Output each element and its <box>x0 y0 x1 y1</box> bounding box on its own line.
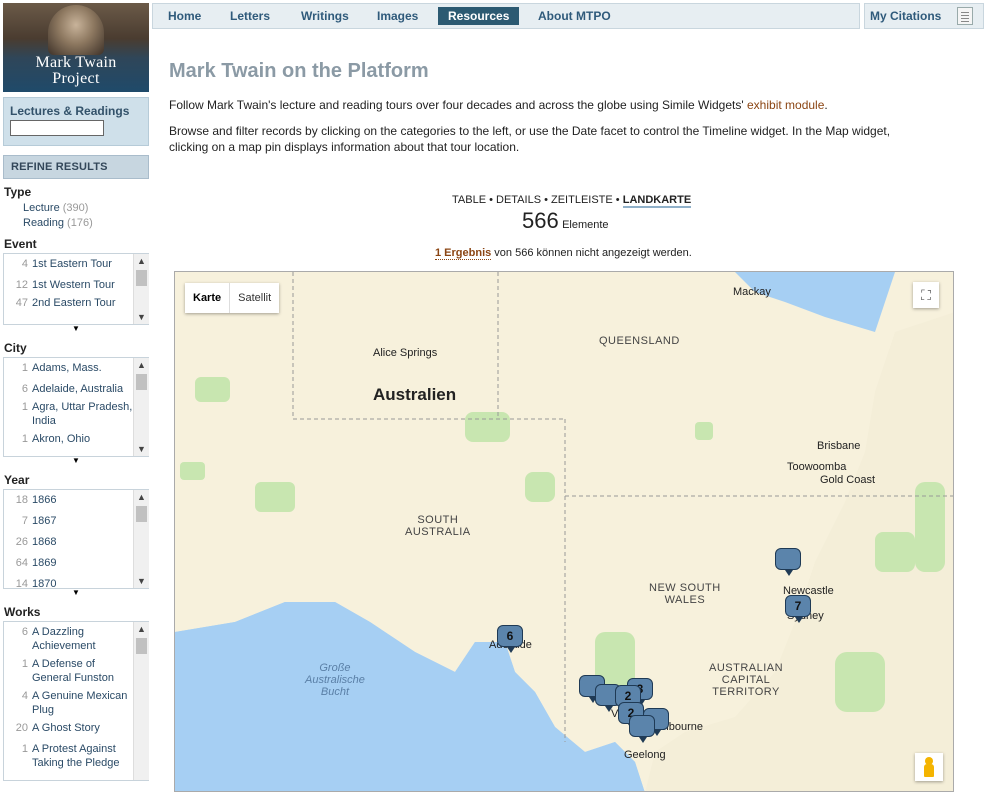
list-item[interactable]: 47 2nd Eastern Tour <box>4 296 149 310</box>
list-item[interactable]: 1 Akron, Ohio <box>4 432 149 446</box>
facet-year-title: Year <box>4 473 30 487</box>
nav-images[interactable]: Images <box>367 7 428 25</box>
scrollbar[interactable]: ▲ ▼ <box>133 358 149 456</box>
nav-home[interactable]: Home <box>158 7 211 25</box>
facet-event-title: Event <box>4 237 37 251</box>
facet-works-list[interactable]: 6A Dazzling Achievement 1A Defense of Ge… <box>3 621 149 781</box>
facet-type-reading[interactable]: Reading (176) <box>3 216 149 231</box>
sidebar: Mark Twain Project Lectures & Readings R… <box>3 3 149 792</box>
page-title: Mark Twain on the Platform <box>169 60 429 82</box>
list-item[interactable]: 14 1870 <box>4 577 149 588</box>
nav-letters[interactable]: Letters <box>220 7 280 25</box>
label-act: AUSTRALIAN CAPITAL TERRITORY <box>709 662 784 698</box>
nav-writings[interactable]: Writings <box>291 7 359 25</box>
map-widget[interactable]: QUEENSLAND SOUTH AUSTRALIA NEW SOUTH WALES… <box>174 271 954 792</box>
scroll-down-icon[interactable]: ▼ <box>134 574 149 588</box>
list-item[interactable]: 6A Dazzling Achievement <box>4 625 149 653</box>
map-type-satellit[interactable]: Satellit <box>230 283 279 313</box>
lectures-readings-box: Lectures & Readings <box>3 97 149 146</box>
map-type-control: Karte Satellit <box>185 283 280 313</box>
scrollbar[interactable]: ▲ <box>133 622 149 780</box>
list-item[interactable]: 18 1866 <box>4 493 149 507</box>
list-item[interactable]: 12 1st Western Tour <box>4 278 149 292</box>
scroll-down-icon[interactable]: ▼ <box>134 442 149 456</box>
intro-paragraph: Follow Mark Twain's lecture and reading … <box>169 98 828 112</box>
exhibit-module-link[interactable]: exhibit module <box>747 98 824 112</box>
map-canvas <box>175 272 953 791</box>
scroll-up-icon[interactable]: ▲ <box>134 358 149 372</box>
facet-type-lecture[interactable]: Lecture (390) <box>3 201 149 216</box>
view-table[interactable]: TABLE <box>452 194 486 206</box>
resize-grip-icon[interactable]: ▼ <box>3 457 149 467</box>
label-south-australia: SOUTH AUSTRALIA <box>405 514 471 538</box>
facet-event-list[interactable]: 4 1st Eastern Tour 12 1st Western Tour 47 2… <box>3 253 149 325</box>
map-pin-sydney[interactable]: 7 <box>785 595 811 623</box>
label-country: Australien <box>373 385 457 404</box>
city-brisbane: Brisbane <box>817 440 861 452</box>
twain-portrait <box>48 5 104 55</box>
city-toowoomba: Toowoomba <box>787 461 847 473</box>
scrollbar[interactable]: ▲ ▼ <box>133 490 149 588</box>
scroll-down-icon[interactable]: ▼ <box>134 310 149 324</box>
view-timeline[interactable]: ZEITLEISTE <box>551 194 613 206</box>
my-citations[interactable]: My Citations <box>864 3 984 29</box>
nav-about[interactable]: About MTPO <box>528 7 621 25</box>
list-item[interactable]: 20 A Ghost Story <box>4 721 149 735</box>
citations-document-icon[interactable] <box>957 7 973 25</box>
list-item[interactable]: 1A Defense of General Funston <box>4 657 149 685</box>
unmapped-result-link[interactable]: 1 Ergebnis <box>435 247 492 260</box>
resize-grip-icon[interactable]: ▼ <box>3 325 149 335</box>
refine-results-header: REFINE RESULTS <box>3 155 149 179</box>
nav-resources[interactable]: Resources <box>438 7 520 25</box>
view-map[interactable]: LANDKARTE <box>622 194 692 208</box>
facet-year-list[interactable]: 18 1866 7 1867 26 1868 64 1869 14 1870 ▲ ▼ <box>3 489 149 589</box>
main-content: Mark Twain on the Platform Follow Mark T… <box>169 60 959 155</box>
facet-works-title: Works <box>4 605 41 619</box>
list-item[interactable]: 1 Agra, Uttar Pradesh, India <box>4 400 149 428</box>
city-mackay: Mackay <box>733 286 771 298</box>
list-item[interactable]: 7 1867 <box>4 514 149 528</box>
label-bight: Große Australische Bucht <box>305 662 365 698</box>
my-citations-label[interactable]: My Citations <box>870 9 941 23</box>
list-item[interactable]: 4 1st Eastern Tour <box>4 257 149 271</box>
logo-title: Mark Twain Project <box>35 54 117 87</box>
label-queensland: QUEENSLAND <box>599 335 680 347</box>
map-pin-adelaide[interactable]: 6 <box>497 625 523 653</box>
scroll-up-icon[interactable]: ▲ <box>134 622 149 636</box>
scroll-up-icon[interactable]: ▲ <box>134 254 149 268</box>
lectures-readings-label: Lectures & Readings <box>10 104 130 118</box>
scrollbar[interactable]: ▲ ▼ <box>133 254 149 324</box>
instructions-paragraph: Browse and filter records by clicking on… <box>169 124 891 154</box>
scroll-up-icon[interactable]: ▲ <box>134 490 149 504</box>
facet-city-list[interactable]: 1 Adams, Mass. 6 Adelaide, Australia 1 Agra… <box>3 357 149 457</box>
list-item[interactable]: 26 1868 <box>4 535 149 549</box>
fullscreen-icon[interactable]: ⛶ <box>913 282 939 308</box>
city-alice-springs: Alice Springs <box>373 347 438 359</box>
city-geelong: Geelong <box>624 749 666 761</box>
list-item[interactable]: 6 Adelaide, Australia <box>4 382 149 396</box>
map-type-karte[interactable]: Karte <box>185 283 231 313</box>
list-item[interactable]: 64 1869 <box>4 556 149 570</box>
unmapped-warning: 1 Ergebnis von 566 können nicht angezeig… <box>435 247 692 260</box>
view-details[interactable]: DETAILS <box>496 194 541 206</box>
top-nav: Home Letters Writings Images Resources A… <box>152 3 860 29</box>
facet-city-title: City <box>4 341 27 355</box>
facet-type-title: Type <box>4 185 32 199</box>
resize-grip-icon[interactable]: ▼ <box>3 589 149 599</box>
list-item[interactable]: 1A Protest Against Taking the Pledge <box>4 742 149 770</box>
item-count: 566 Elemente <box>522 208 609 233</box>
list-item[interactable]: 1 Adams, Mass. <box>4 361 149 375</box>
city-gold-coast: Gold Coast <box>820 474 876 486</box>
map-pin-newcastle[interactable] <box>775 548 801 576</box>
street-view-pegman-icon[interactable] <box>915 753 943 781</box>
lectures-search-input[interactable] <box>10 120 104 136</box>
view-switcher: TABLE • DETAILS • ZEITLEISTE • LANDKARTE <box>452 194 692 208</box>
list-item[interactable]: 4A Genuine Mexican Plug <box>4 689 149 717</box>
map-pin-melbourne[interactable] <box>629 715 655 743</box>
label-nsw: NEW SOUTH WALES <box>649 582 721 606</box>
site-logo[interactable]: Mark Twain Project <box>3 3 149 92</box>
